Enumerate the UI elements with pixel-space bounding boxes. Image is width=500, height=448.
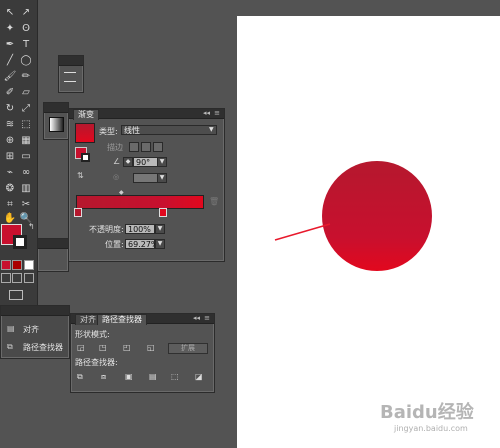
minus-back-button[interactable]: ◪ bbox=[195, 372, 203, 381]
type-dropdown[interactable]: 线性 bbox=[121, 125, 217, 135]
opacity-label: 不透明度: bbox=[89, 225, 124, 234]
color-stop-right[interactable] bbox=[159, 208, 167, 217]
stroke-option-2-icon[interactable] bbox=[141, 142, 151, 152]
stroke-label: 描边 bbox=[107, 143, 123, 152]
stroke-mini-swatch[interactable] bbox=[81, 153, 90, 162]
merge-button[interactable]: ▣ bbox=[125, 372, 133, 381]
watermark: Baidu经验 jingyan.baidu.com bbox=[380, 398, 500, 448]
gradient-sidebar-icon-panel bbox=[43, 102, 69, 140]
crop-button[interactable]: ▤ bbox=[149, 372, 157, 381]
stroke-option-3-icon[interactable] bbox=[153, 142, 163, 152]
gradient-panel: 渐变 ◂◂ ≡ 类型: 线性 ▼ 描边 ∠ ◆ 90° ▼ ⇅ ◎ ▼ ◆ 🗑 … bbox=[68, 108, 225, 262]
panel-titlebar bbox=[44, 103, 68, 113]
delete-stop-icon[interactable]: 🗑 bbox=[209, 197, 219, 206]
watermark-url: jingyan.baidu.com bbox=[394, 424, 468, 433]
watermark-logo: Baidu经验 bbox=[380, 402, 474, 423]
chevron-down-icon[interactable]: ▼ bbox=[209, 125, 214, 135]
collapse-icon[interactable]: ◂◂ bbox=[193, 314, 200, 322]
tab-pathfinder[interactable]: 路径查找器 bbox=[97, 314, 147, 325]
divide-button[interactable]: ⧉ bbox=[77, 372, 83, 382]
panel-menu-icon[interactable]: ≡ bbox=[214, 109, 220, 117]
angle-field[interactable]: 90° bbox=[133, 157, 159, 167]
pathfinders-label: 路径查找器: bbox=[75, 358, 118, 367]
expand-button[interactable]: 扩展 bbox=[168, 343, 208, 354]
pathfinder-panel: 对齐 路径查找器 ◂◂ ≡ 形状模式: ◲ ◳ ◰ ◱ 扩展 路径查找器: ⧉ … bbox=[70, 313, 215, 393]
aspect-dropdown-icon[interactable]: ▼ bbox=[157, 173, 167, 183]
aspect-ratio-field[interactable] bbox=[133, 173, 159, 183]
gradient-panel-tab[interactable]: 渐变 bbox=[73, 109, 99, 120]
gradient-circle[interactable] bbox=[322, 161, 432, 271]
panel-menu-icon[interactable]: ≡ bbox=[204, 314, 210, 322]
opacity-dropdown-icon[interactable]: ▼ bbox=[155, 224, 165, 234]
collapse-icon[interactable]: ◂◂ bbox=[203, 109, 210, 117]
docked-panel-list: ▤ 对齐 ⧉ 路径查找器 bbox=[0, 305, 70, 359]
exclude-button[interactable]: ◱ bbox=[147, 343, 155, 352]
angle-stepper[interactable]: ◆ bbox=[123, 157, 133, 167]
panel-titlebar bbox=[1, 306, 69, 316]
gradient-slider[interactable] bbox=[76, 195, 204, 209]
gradient-panel-icon[interactable] bbox=[49, 117, 64, 132]
minus-front-button[interactable]: ◳ bbox=[99, 343, 107, 352]
pathfinder-icon: ⧉ bbox=[7, 342, 13, 351]
reverse-gradient-icon[interactable]: ⇅ bbox=[77, 171, 84, 180]
stroke-option-1-icon[interactable] bbox=[129, 142, 139, 152]
angle-icon: ∠ bbox=[113, 157, 121, 166]
unite-button[interactable]: ◲ bbox=[77, 343, 85, 352]
intersect-button[interactable]: ◰ bbox=[123, 343, 131, 352]
annotation-arrow bbox=[274, 223, 331, 241]
shape-modes-label: 形状模式: bbox=[75, 330, 110, 339]
opacity-field[interactable]: 100% bbox=[125, 224, 155, 234]
docked-align-item[interactable]: 对齐 bbox=[23, 324, 39, 335]
aspect-ratio-icon: ◎ bbox=[113, 173, 120, 181]
panel-titlebar bbox=[38, 239, 68, 249]
trim-button[interactable]: ⧈ bbox=[101, 372, 106, 382]
type-label: 类型: bbox=[99, 127, 118, 136]
location-label: 位置: bbox=[105, 240, 124, 249]
outline-button[interactable]: ⬚ bbox=[171, 372, 179, 381]
docked-pathfinder-item[interactable]: 路径查找器 bbox=[23, 342, 63, 353]
collapsed-panel-middle bbox=[37, 238, 69, 272]
align-icon: ▤ bbox=[7, 324, 15, 333]
gradient-preview-swatch[interactable] bbox=[75, 123, 95, 143]
color-stop-left[interactable] bbox=[74, 208, 82, 217]
angle-dropdown-icon[interactable]: ▼ bbox=[157, 157, 167, 167]
location-field[interactable]: 69.27% bbox=[125, 239, 159, 249]
location-dropdown-icon[interactable]: ▼ bbox=[155, 239, 165, 249]
